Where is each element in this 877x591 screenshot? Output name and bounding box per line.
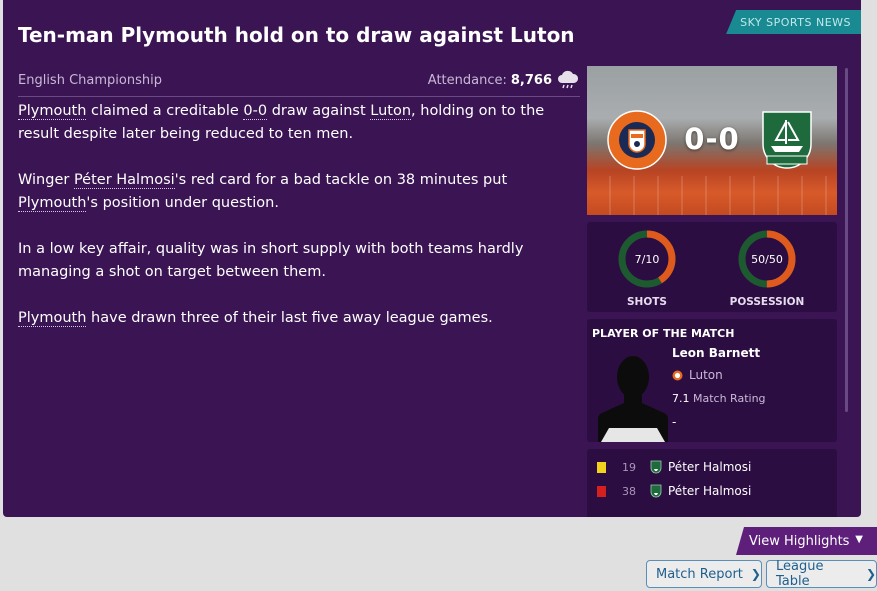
attendance-label: Attendance: bbox=[427, 72, 507, 88]
player-of-the-match-panel[interactable]: PLAYER OF THE MATCH Leon Barnett Luton 7… bbox=[587, 319, 837, 442]
red-card-icon bbox=[597, 485, 606, 497]
article-paragraph-3: In a low key affair, quality was in shor… bbox=[18, 241, 524, 280]
yellow-card-icon bbox=[597, 461, 606, 473]
potm-title: PLAYER OF THE MATCH bbox=[592, 327, 735, 340]
chevron-right-icon: ❯ bbox=[865, 567, 876, 581]
match-stats-panel: 7/10 SHOTS 50/50 POSSESSION bbox=[587, 222, 837, 312]
article-paragraph-2: Winger Péter Halmosi's red card for a ba… bbox=[18, 172, 508, 212]
possession-ring-chart: 50/50 bbox=[736, 228, 798, 290]
plymouth-club-icon bbox=[650, 484, 662, 498]
potm-extra: - bbox=[672, 415, 677, 429]
attendance-value: 8,766 bbox=[510, 72, 552, 88]
right-panel-scrollbar[interactable] bbox=[845, 68, 848, 412]
plymouth-club-icon bbox=[650, 460, 662, 474]
match-report-button[interactable]: Match Report ❯ bbox=[646, 560, 762, 588]
match-score-panel[interactable]: 0-0 bbox=[587, 66, 837, 215]
pitch-background bbox=[587, 176, 837, 215]
potm-rating: 7.1 Match Rating bbox=[672, 392, 766, 405]
potm-player-name[interactable]: Leon Barnett bbox=[672, 346, 760, 360]
shots-label: SHOTS bbox=[626, 296, 667, 308]
event-player: Péter Halmosi bbox=[668, 460, 752, 474]
player-link-halmosi[interactable]: Péter Halmosi bbox=[73, 172, 175, 189]
view-highlights-label: View Highlights bbox=[749, 533, 850, 549]
event-minute: 38 bbox=[622, 484, 636, 498]
article-paragraph-4: Plymouth have drawn three of their last … bbox=[18, 310, 493, 327]
team-link-plymouth[interactable]: Plymouth bbox=[18, 310, 87, 327]
article-body: Plymouth claimed a creditable 0-0 draw a… bbox=[18, 100, 578, 353]
player-silhouette-icon bbox=[597, 356, 669, 442]
rain-cloud-icon bbox=[558, 70, 579, 89]
event-row[interactable]: 38 Péter Halmosi bbox=[597, 481, 751, 501]
meta-row: English Championship Attendance: 8,766 bbox=[18, 64, 580, 97]
team-link-plymouth[interactable]: Plymouth bbox=[18, 103, 87, 120]
event-row[interactable]: 19 Péter Halmosi bbox=[597, 457, 751, 477]
team-link-luton[interactable]: Luton bbox=[370, 103, 412, 120]
article-paragraph-1: Plymouth claimed a creditable 0-0 draw a… bbox=[18, 103, 545, 142]
potm-club-name: Luton bbox=[689, 368, 723, 382]
shots-ring-chart: 7/10 bbox=[616, 228, 678, 290]
event-player: Péter Halmosi bbox=[668, 484, 752, 498]
news-source-tab: SKY SPORTS NEWS bbox=[726, 10, 861, 34]
league-table-button[interactable]: League Table ❯ bbox=[766, 559, 877, 589]
potm-club[interactable]: Luton bbox=[672, 368, 723, 382]
plymouth-badge-icon bbox=[762, 111, 812, 169]
chevron-right-icon: ❯ bbox=[750, 567, 761, 581]
luton-club-icon bbox=[672, 370, 683, 380]
possession-value: 50/50 bbox=[751, 252, 783, 266]
potm-rating-value: 7.1 bbox=[672, 392, 690, 405]
potm-rating-label: Match Rating bbox=[693, 392, 766, 405]
event-minute: 19 bbox=[622, 460, 636, 474]
shots-value: 7/10 bbox=[634, 252, 660, 266]
view-highlights-button[interactable]: View Highlights ▼ bbox=[736, 527, 877, 555]
headline: Ten-man Plymouth hold on to draw against… bbox=[18, 23, 575, 47]
possession-stat: 50/50 POSSESSION bbox=[707, 228, 827, 308]
league-table-label: League Table bbox=[776, 559, 824, 589]
attendance: Attendance: 8,766 bbox=[428, 70, 580, 90]
shots-stat: 7/10 SHOTS bbox=[587, 228, 707, 308]
chevron-down-icon: ▼ bbox=[855, 534, 863, 545]
team-link-plymouth[interactable]: Plymouth bbox=[18, 195, 87, 212]
score-link[interactable]: 0-0 bbox=[243, 103, 268, 120]
possession-label: POSSESSION bbox=[729, 296, 805, 308]
match-report-label: Match Report bbox=[656, 566, 743, 582]
competition-label: English Championship bbox=[18, 72, 162, 88]
match-events-panel: 19 Péter Halmosi 38 Péter Halmosi bbox=[587, 449, 837, 517]
